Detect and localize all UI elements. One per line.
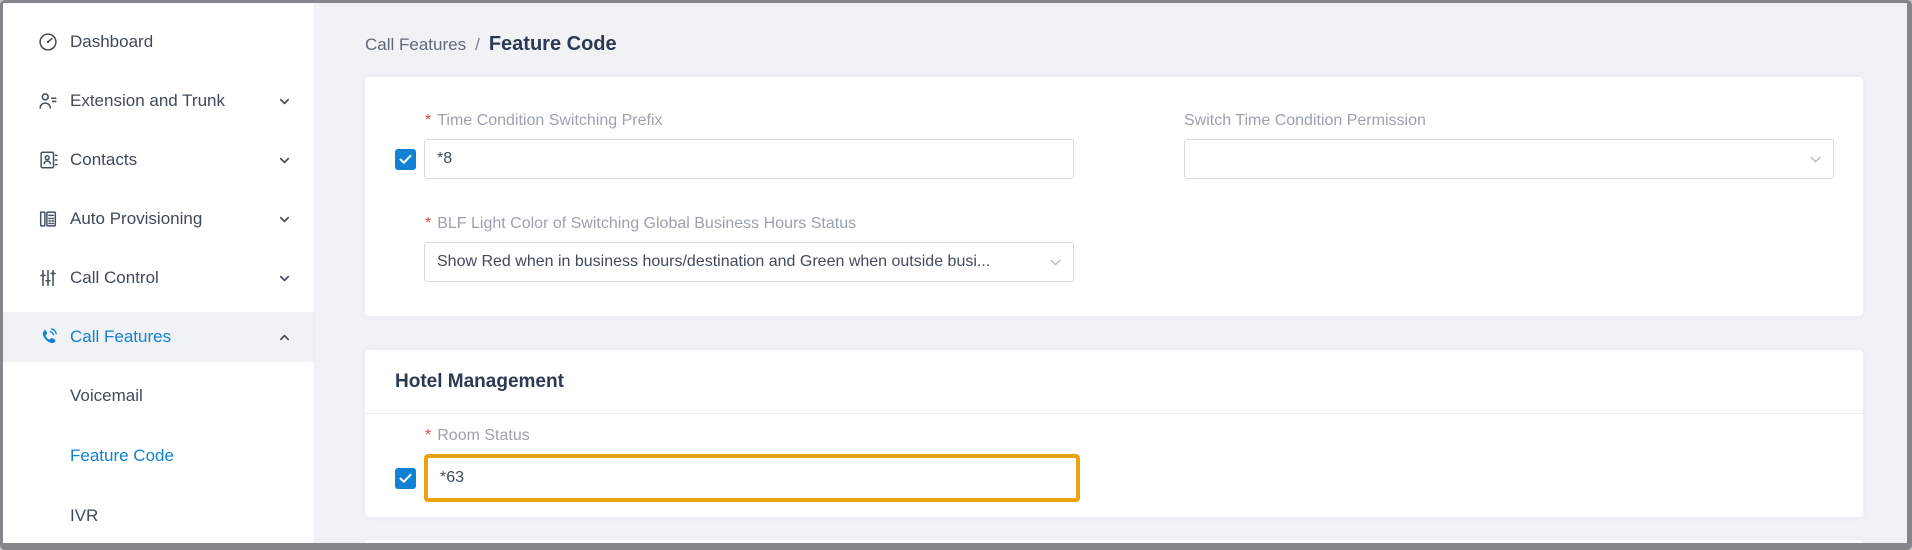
sidebar-item-ivr[interactable]: IVR	[3, 491, 314, 541]
switch-time-condition-permission-select[interactable]	[1184, 139, 1834, 179]
sidebar-item-label: Contacts	[70, 150, 278, 170]
page-title: Feature Code	[489, 33, 617, 56]
checkmark-icon	[399, 473, 412, 484]
section-title: Hotel Management	[365, 350, 1863, 414]
required-asterisk: *	[425, 112, 431, 130]
room-status-input[interactable]	[428, 458, 1076, 498]
sidebar-item-label: Extension and Trunk	[70, 91, 278, 111]
next-section-card-edge	[365, 540, 1863, 543]
extension-trunk-icon	[36, 89, 60, 113]
field-label: * BLF Light Color of Switching Global Bu…	[425, 214, 1863, 234]
field-switch-time-condition-permission: Switch Time Condition Permission	[1184, 111, 1834, 179]
sidebar: Dashboard Extension and Trunk Contacts	[3, 3, 315, 543]
sidebar-subitem-label: Feature Code	[70, 446, 174, 466]
sidebar-item-auto-provisioning[interactable]: Auto Provisioning	[3, 194, 314, 244]
sliders-icon	[36, 266, 60, 290]
breadcrumb-parent[interactable]: Call Features	[365, 35, 466, 55]
blf-light-color-select[interactable]: Show Red when in business hours/destinat…	[424, 242, 1074, 282]
field-room-status	[395, 454, 1863, 502]
room-status-checkbox[interactable]	[395, 468, 416, 489]
breadcrumb: Call Features / Feature Code	[365, 33, 1863, 56]
breadcrumb-separator: /	[475, 35, 480, 55]
chevron-down-icon	[278, 153, 292, 167]
sidebar-item-voicemail[interactable]: Voicemail	[3, 371, 314, 421]
field-label: Switch Time Condition Permission	[1184, 111, 1834, 131]
sidebar-item-label: Auto Provisioning	[70, 209, 278, 229]
checkmark-icon	[399, 154, 412, 165]
sidebar-item-call-control[interactable]: Call Control	[3, 253, 314, 303]
select-value: Show Red when in business hours/destinat…	[437, 253, 990, 271]
main-content: Call Features / Feature Code * Time Cond…	[315, 3, 1907, 543]
required-asterisk: *	[425, 427, 431, 445]
chevron-down-icon	[1808, 152, 1823, 167]
sidebar-item-feature-code[interactable]: Feature Code	[3, 431, 314, 481]
sidebar-item-contacts[interactable]: Contacts	[3, 135, 314, 185]
time-condition-prefix-input[interactable]	[424, 139, 1074, 179]
sidebar-item-dashboard[interactable]: Dashboard	[3, 17, 314, 67]
feature-code-card: * Time Condition Switching Prefix Switch…	[365, 77, 1863, 316]
contacts-icon	[36, 148, 60, 172]
sidebar-item-label: Call Features	[70, 327, 278, 347]
sidebar-subitem-label: Voicemail	[70, 386, 143, 406]
chevron-down-icon	[1048, 255, 1063, 270]
sidebar-item-label: Dashboard	[70, 32, 292, 52]
chevron-down-icon	[278, 271, 292, 285]
chevron-down-icon	[278, 94, 292, 108]
required-asterisk: *	[425, 215, 431, 233]
hotel-management-card: Hotel Management * Room Status	[365, 350, 1863, 517]
time-condition-prefix-checkbox[interactable]	[395, 149, 416, 170]
sidebar-item-label: Call Control	[70, 268, 278, 288]
field-blf-light-color: * BLF Light Color of Switching Global Bu…	[395, 214, 1863, 282]
field-time-condition-prefix: * Time Condition Switching Prefix	[395, 111, 1074, 179]
dashboard-icon	[36, 30, 60, 54]
desk-phone-icon	[36, 207, 60, 231]
phone-call-icon	[36, 325, 60, 349]
field-label: * Time Condition Switching Prefix	[425, 111, 1074, 131]
field-label: * Room Status	[425, 426, 1863, 446]
chevron-up-icon	[278, 330, 292, 344]
sidebar-item-call-features[interactable]: Call Features	[3, 312, 314, 362]
app-window: Dashboard Extension and Trunk Contacts	[0, 0, 1912, 550]
sidebar-subitem-label: IVR	[70, 506, 98, 526]
room-status-highlight-outline	[424, 454, 1080, 502]
chevron-down-icon	[278, 212, 292, 226]
sidebar-item-extension-and-trunk[interactable]: Extension and Trunk	[3, 76, 314, 126]
